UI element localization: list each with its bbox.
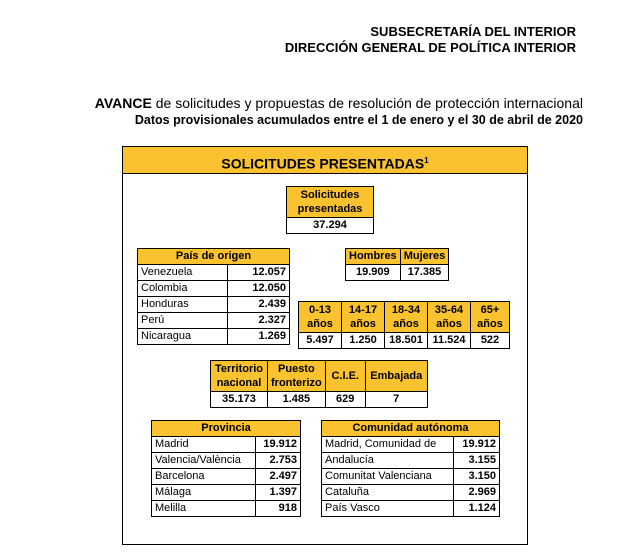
age-header: 14-17 años (341, 301, 385, 333)
table-row: Madrid 19.912 (151, 436, 302, 453)
gender-table: Hombres Mujeres 19.909 17.385 (345, 248, 450, 281)
place-header: Embajada (364, 360, 428, 392)
women-value: 17.385 (399, 264, 450, 281)
table-row: Perú 2.327 (137, 312, 291, 329)
footnote-mark: 1 (424, 156, 429, 165)
men-value: 19.909 (345, 264, 401, 281)
table-row: Melilla 918 (151, 500, 302, 517)
panel-title: SOLICITUDES PRESENTADAS1 (123, 147, 527, 174)
table-row: Venezuela 12.057 (137, 264, 291, 281)
age-table: 0-13 años 14-17 años 18-34 años 35-64 años 6… (298, 301, 510, 349)
header-line-2: DIRECCIÓN GENERAL DE POLÍTICA INTERIOR (284, 40, 576, 55)
place-header: C.I.E. (324, 360, 366, 392)
table-row: Nicaragua 1.269 (137, 328, 291, 345)
table-row: Cataluña 2.969 (320, 484, 500, 501)
applications-panel: SOLICITUDES PRESENTADAS1 Solicitudes pres… (122, 146, 528, 545)
place-table: Territorio nacional Puesto fronterizo C.I.… (210, 360, 428, 408)
age-value: 1.250 (341, 332, 385, 349)
province-header: Provincia (151, 420, 301, 437)
community-header: Comunidad autónoma (321, 420, 500, 437)
place-value: 35.173 (210, 391, 268, 408)
table-row: Málaga 1.397 (151, 484, 302, 501)
age-value: 11.524 (427, 332, 471, 349)
place-value: 629 (324, 391, 366, 408)
origin-header: País de origen (137, 248, 290, 265)
header-line-1: SUBSECRETARÍA DEL INTERIOR (370, 24, 576, 39)
report-title-bold: AVANCE (94, 95, 152, 111)
total-value: 37.294 (286, 217, 374, 234)
age-header: 35-64 años (427, 301, 471, 333)
table-row: Madrid, Comunidad de 19.912 (320, 436, 500, 453)
table-row: Andalucía 3.155 (320, 452, 500, 469)
table-row: Barcelona 2.497 (151, 468, 302, 485)
table-row: Valencia/València 2.753 (151, 452, 302, 469)
place-header: Territorio nacional (210, 360, 268, 392)
report-title-rest: de solicitudes y propuestas de resolució… (151, 95, 583, 111)
men-header: Hombres (345, 248, 401, 265)
province-table: Provincia Madrid 19.912 Valencia/València… (151, 420, 302, 517)
place-value: 7 (364, 391, 428, 408)
table-row: País Vasco 1.124 (320, 500, 500, 517)
table-row: Honduras 2.439 (137, 296, 291, 313)
age-value: 5.497 (298, 332, 342, 349)
age-value: 522 (470, 332, 510, 349)
table-row: Colombia 12.050 (137, 280, 291, 297)
age-header: 65+ años (470, 301, 510, 333)
age-value: 18.501 (384, 332, 428, 349)
report-subtitle: Datos provisionales acumulados entre el … (134, 113, 583, 127)
total-header: Solicitudes presentadas (286, 186, 374, 218)
women-header: Mujeres (399, 248, 450, 265)
place-header: Puesto fronterizo (267, 360, 326, 392)
report-title: AVANCE de solicitudes y propuestas de re… (95, 95, 583, 111)
community-table: Comunidad autónoma Madrid, Comunidad de 1… (320, 420, 500, 517)
age-header: 18-34 años (384, 301, 428, 333)
total-table: Solicitudes presentadas 37.294 (286, 186, 374, 234)
place-value: 1.485 (267, 391, 326, 408)
age-header: 0-13 años (298, 301, 342, 333)
table-row: Comunitat Valenciana 3.150 (320, 468, 500, 485)
origin-table: País de origen Venezuela 12.057 Colombia 1… (137, 248, 291, 345)
